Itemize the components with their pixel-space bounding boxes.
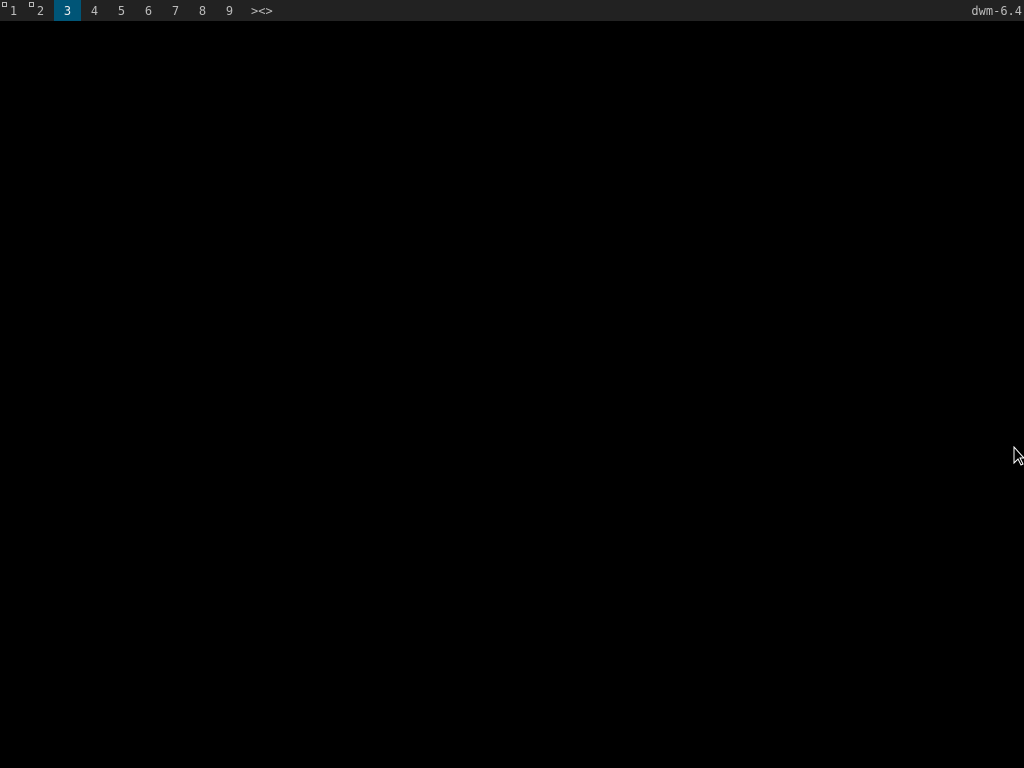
dwm-status-bar: 1 2 3 4 5 6 7 8 9 ><> dwm-6.4 <box>0 0 1024 21</box>
status-text: dwm-6.4 <box>971 4 1022 18</box>
desktop-background[interactable] <box>0 21 1024 768</box>
tag-5[interactable]: 5 <box>108 0 135 21</box>
occupied-indicator-icon <box>2 2 7 7</box>
tag-label: 5 <box>117 4 126 18</box>
tag-3[interactable]: 3 <box>54 0 81 21</box>
occupied-indicator-icon <box>29 2 34 7</box>
bar-spacer <box>281 0 966 21</box>
tag-label: 7 <box>171 4 180 18</box>
tag-label: 1 <box>9 4 18 18</box>
tag-1[interactable]: 1 <box>0 0 27 21</box>
tag-label: 3 <box>63 4 72 18</box>
tag-9[interactable]: 9 <box>216 0 243 21</box>
tag-label: 4 <box>90 4 99 18</box>
tag-label: 9 <box>225 4 234 18</box>
tag-label: 2 <box>36 4 45 18</box>
arrow-pointer-icon <box>1013 446 1024 466</box>
tag-7[interactable]: 7 <box>162 0 189 21</box>
tag-8[interactable]: 8 <box>189 0 216 21</box>
tag-4[interactable]: 4 <box>81 0 108 21</box>
tag-label: 8 <box>198 4 207 18</box>
tag-6[interactable]: 6 <box>135 0 162 21</box>
tag-list: 1 2 3 4 5 6 7 8 9 <box>0 0 243 21</box>
layout-symbol[interactable]: ><> <box>243 0 281 21</box>
tag-2[interactable]: 2 <box>27 0 54 21</box>
tag-label: 6 <box>144 4 153 18</box>
